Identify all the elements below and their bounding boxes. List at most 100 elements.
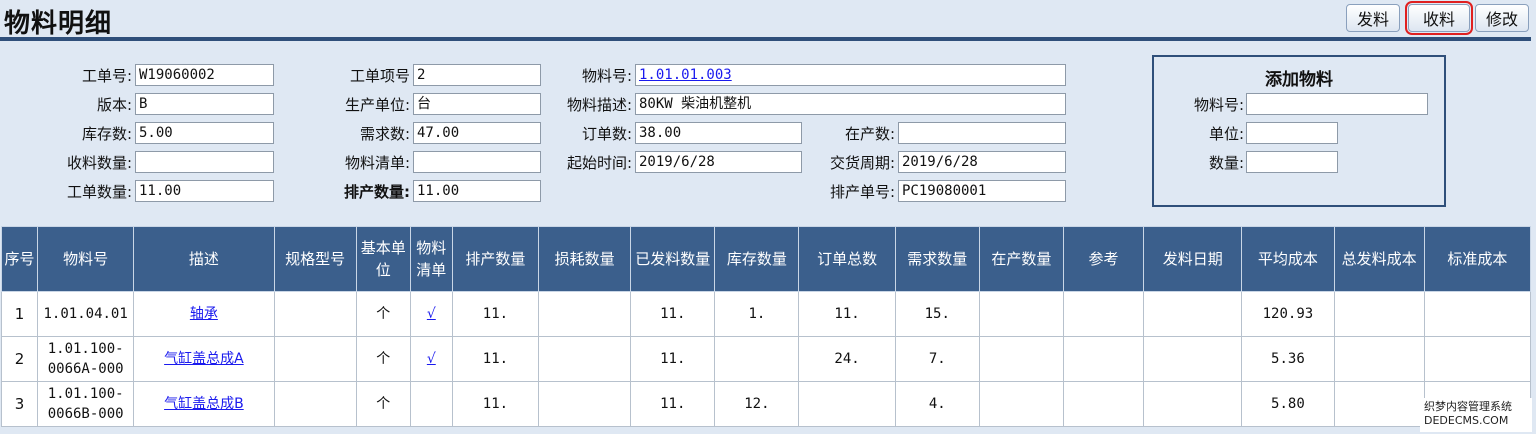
production-unit-field[interactable]: 台 — [413, 93, 541, 115]
cell-issue-date — [1143, 291, 1243, 337]
add-unit-input[interactable] — [1246, 122, 1338, 144]
work-item-no-field[interactable]: 2 — [413, 64, 541, 86]
material-no-link[interactable]: 1.01.01.003 — [639, 67, 732, 83]
receive-button[interactable]: 收料 — [1405, 1, 1473, 35]
bom-check-link[interactable]: √ — [427, 306, 436, 322]
version-field[interactable]: B — [135, 93, 274, 115]
material-table: 序号 物料号 描述 规格型号 基本单位 物料清单 排产数量 损耗数量 已发料数量… — [0, 226, 1532, 427]
col-header[interactable]: 在产数量 — [978, 226, 1064, 292]
bom-field[interactable] — [413, 151, 541, 173]
add-material-no-input[interactable] — [1246, 93, 1428, 115]
order-qty-label: 订单数: — [581, 125, 632, 143]
in-production-label: 在产数: — [844, 125, 895, 143]
cell-demand: 4. — [894, 381, 980, 427]
delivery-label: 交货周期: — [829, 154, 895, 172]
delivery-field[interactable]: 2019/6/28 — [898, 151, 1066, 173]
cell-unit: 个 — [355, 291, 411, 337]
demand-qty-field[interactable]: 47.00 — [413, 122, 541, 144]
col-header[interactable]: 发料日期 — [1143, 226, 1243, 292]
cell-desc: 气缸盖总成A — [133, 336, 275, 382]
col-header[interactable]: 参考 — [1062, 226, 1145, 292]
cell-bom: √ — [409, 291, 453, 337]
cell-total-cost — [1333, 291, 1425, 337]
cell-std-cost — [1423, 336, 1532, 382]
issue-button[interactable]: 发料 — [1346, 4, 1400, 32]
received-qty-field[interactable] — [135, 151, 274, 173]
start-time-field[interactable]: 2019/6/28 — [635, 151, 802, 173]
table-row[interactable]: 1 1.01.04.01 轴承 个 √ 11. 11. 1. 11. 15. 1… — [0, 291, 1532, 337]
col-header[interactable]: 基本单位 — [355, 226, 411, 292]
demand-qty-label: 需求数: — [359, 125, 410, 143]
cell-issue-date — [1143, 381, 1243, 427]
cell-seq: 1 — [0, 291, 39, 337]
cell-avg-cost: 5.80 — [1241, 381, 1335, 427]
cell-ref — [1062, 381, 1145, 427]
col-header[interactable]: 损耗数量 — [537, 226, 632, 292]
work-order-qty-field[interactable]: 11.00 — [135, 180, 274, 202]
order-qty-field[interactable]: 38.00 — [635, 122, 802, 144]
col-header[interactable]: 描述 — [133, 226, 275, 292]
cell-desc: 气缸盖总成B — [133, 381, 275, 427]
work-order-no-field[interactable]: W19060002 — [135, 64, 274, 86]
col-header[interactable]: 已发料数量 — [630, 226, 716, 292]
add-unit-label: 单位: — [1208, 125, 1244, 143]
desc-link[interactable]: 轴承 — [190, 306, 218, 322]
cell-issued: 11. — [630, 381, 716, 427]
col-header[interactable]: 物料号 — [37, 226, 135, 292]
stock-qty-field[interactable]: 5.00 — [135, 122, 274, 144]
cell-loss — [537, 291, 632, 337]
add-material-no-label: 物料号: — [1193, 96, 1244, 114]
desc-link[interactable]: 气缸盖总成B — [164, 396, 244, 412]
cell-total-cost — [1333, 381, 1425, 427]
cell-material-no: 1.01.04.01 — [37, 291, 135, 337]
col-header[interactable]: 排产数量 — [451, 226, 540, 292]
bom-check-link[interactable]: √ — [427, 351, 436, 367]
col-header[interactable]: 订单总数 — [798, 226, 896, 292]
cell-spec — [273, 291, 357, 337]
desc-link[interactable]: 气缸盖总成A — [164, 351, 244, 367]
cell-scheduled: 11. — [451, 336, 540, 382]
col-header[interactable]: 序号 — [0, 226, 39, 292]
received-qty-label: 收料数量: — [66, 154, 132, 172]
production-unit-label: 生产单位: — [344, 96, 410, 114]
table-header-row: 序号 物料号 描述 规格型号 基本单位 物料清单 排产数量 损耗数量 已发料数量… — [0, 226, 1532, 292]
material-no-field[interactable]: 1.01.01.003 — [635, 64, 1066, 86]
start-time-label: 起始时间: — [566, 154, 632, 172]
col-header[interactable]: 标准成本 — [1423, 226, 1532, 292]
cell-unit: 个 — [355, 336, 411, 382]
col-header[interactable]: 平均成本 — [1241, 226, 1335, 292]
watermark: 织梦内容管理系统 DEDECMS.COM — [1420, 398, 1532, 432]
col-header[interactable]: 物料清单 — [409, 226, 453, 292]
col-header[interactable]: 库存数量 — [714, 226, 800, 292]
cell-scheduled: 11. — [451, 291, 540, 337]
add-qty-input[interactable] — [1246, 151, 1338, 173]
material-desc-field[interactable]: 80KW 柴油机整机 — [635, 93, 1066, 115]
stock-qty-label: 库存数: — [81, 125, 132, 143]
schedule-no-field[interactable]: PC19080001 — [898, 180, 1066, 202]
cell-total-cost — [1333, 336, 1425, 382]
in-production-field[interactable] — [898, 122, 1066, 144]
cell-stock: 12. — [714, 381, 800, 427]
cell-unit: 个 — [355, 381, 411, 427]
table-row[interactable]: 3 1.01.100-0066B-000 气缸盖总成B 个 11. 11. 12… — [0, 381, 1532, 427]
table-row[interactable]: 2 1.01.100-0066A-000 气缸盖总成A 个 √ 11. 11. … — [0, 336, 1532, 382]
cell-loss — [537, 336, 632, 382]
add-material-title: 添加物料 — [1265, 70, 1333, 90]
work-item-no-label: 工单项号 — [349, 67, 410, 85]
col-header[interactable]: 规格型号 — [273, 226, 357, 292]
cell-avg-cost: 120.93 — [1241, 291, 1335, 337]
cell-seq: 2 — [0, 336, 39, 382]
cell-order-total — [798, 381, 896, 427]
cell-in-prod — [978, 381, 1064, 427]
cell-order-total: 11. — [798, 291, 896, 337]
cell-std-cost — [1423, 291, 1532, 337]
col-header[interactable]: 需求数量 — [894, 226, 980, 292]
add-material-panel: 添加物料 物料号: 单位: 数量: — [1152, 55, 1446, 207]
col-header[interactable]: 总发料成本 — [1333, 226, 1425, 292]
scheduled-qty-label: 排产数量: — [344, 183, 410, 201]
cell-bom — [409, 381, 453, 427]
work-order-no-label: 工单号: — [81, 67, 132, 85]
schedule-no-label: 排产单号: — [829, 183, 895, 201]
edit-button[interactable]: 修改 — [1475, 4, 1529, 32]
scheduled-qty-field[interactable]: 11.00 — [413, 180, 541, 202]
